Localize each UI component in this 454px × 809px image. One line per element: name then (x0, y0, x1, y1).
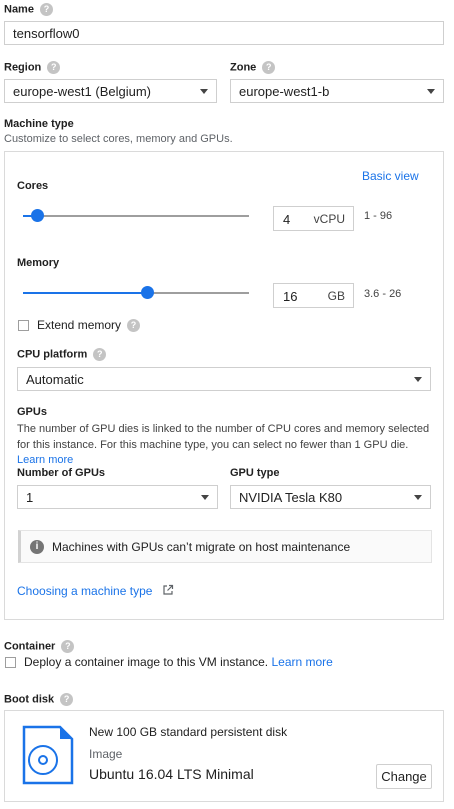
memory-slider-handle[interactable] (141, 286, 155, 299)
cores-input[interactable]: 4 vCPU (273, 206, 354, 231)
help-icon[interactable]: ? (61, 640, 75, 653)
help-icon[interactable]: ? (93, 348, 107, 361)
region-select[interactable]: europe-west1 (Belgium) (4, 79, 217, 103)
gpu-type-select[interactable]: NVIDIA Tesla K80 (230, 485, 431, 509)
machine-type-panel: Basic view Cores 4 vCPU 1 - 96 Memory 16… (4, 151, 444, 620)
help-icon[interactable]: ? (127, 319, 141, 333)
memory-label: Memory (17, 257, 60, 269)
chevron-down-icon (414, 377, 422, 382)
chevron-down-icon (414, 495, 422, 500)
extend-memory-label: Extend memory? (37, 318, 141, 333)
name-input[interactable]: tensorflow0 (4, 21, 444, 45)
gpus-label: GPUs (17, 406, 47, 418)
memory-input[interactable]: 16 GB (273, 283, 354, 308)
cpu-platform-label: CPU platform? (17, 348, 107, 361)
chevron-down-icon (201, 495, 209, 500)
chevron-down-icon (427, 89, 435, 94)
basic-view-link[interactable]: Basic view (362, 169, 419, 183)
choosing-machine-type-link[interactable]: Choosing a machine type (17, 584, 174, 598)
gpu-info-message: Machines with GPUs can’t migrate on host… (52, 540, 351, 554)
chevron-down-icon (200, 89, 208, 94)
external-link-icon (163, 584, 173, 595)
gpu-info-box: i Machines with GPUs can’t migrate on ho… (18, 530, 432, 563)
gpu-type-label: GPU type (230, 467, 280, 479)
cores-slider-handle[interactable] (30, 209, 44, 222)
gpus-description: The number of GPU dies is linked to the … (17, 423, 430, 451)
boot-disk-title: New 100 GB standard persistent disk (89, 725, 288, 739)
deploy-container-text: Deploy a container image to this VM inst… (24, 655, 333, 669)
memory-slider[interactable] (23, 286, 249, 299)
disk-icon (22, 725, 74, 785)
info-icon: i (30, 540, 44, 554)
help-icon[interactable]: ? (262, 61, 276, 74)
container-label: Container? (4, 640, 75, 653)
deploy-container-checkbox[interactable] (5, 657, 16, 668)
help-icon[interactable]: ? (39, 3, 53, 16)
boot-disk-card: New 100 GB standard persistent disk Imag… (4, 710, 444, 802)
cores-label: Cores (17, 180, 49, 192)
memory-slider-fill (23, 292, 148, 294)
zone-label: Zone? (230, 61, 276, 74)
boot-disk-label: Boot disk? (4, 693, 74, 706)
region-label: Region? (4, 61, 61, 74)
extend-memory-checkbox[interactable] (18, 320, 29, 331)
cores-slider[interactable] (23, 209, 249, 222)
machine-type-subtitle: Customize to select cores, memory and GP… (4, 133, 233, 145)
boot-disk-image-label: Image (89, 747, 123, 761)
help-icon[interactable]: ? (47, 61, 61, 74)
cores-range: 1 - 96 (364, 210, 393, 222)
number-of-gpus-label: Number of GPUs (17, 467, 106, 479)
name-label: Name? (4, 3, 53, 16)
boot-disk-image-value: Ubuntu 16.04 LTS Minimal (89, 766, 254, 782)
help-icon[interactable]: ? (60, 693, 74, 706)
change-boot-disk-button[interactable]: Change (376, 764, 432, 789)
gpus-learn-more-link[interactable]: Learn more (17, 454, 73, 466)
memory-range: 3.6 - 26 (364, 288, 402, 300)
cpu-platform-select[interactable]: Automatic (17, 367, 431, 391)
container-learn-more-link[interactable]: Learn more (271, 655, 332, 669)
zone-select[interactable]: europe-west1-b (230, 79, 444, 103)
machine-type-label: Machine type (4, 118, 74, 130)
number-of-gpus-select[interactable]: 1 (17, 485, 218, 509)
